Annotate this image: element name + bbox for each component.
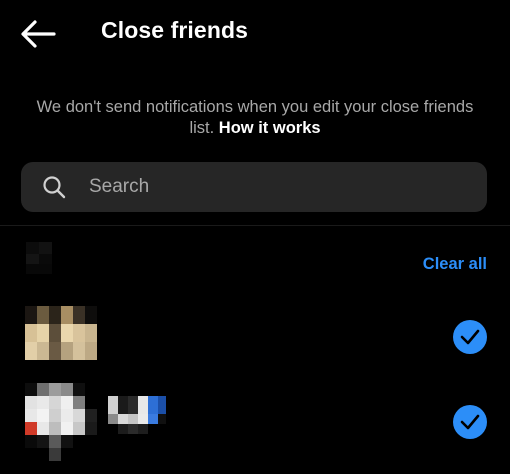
blurred-label bbox=[26, 242, 52, 274]
list-item[interactable] bbox=[0, 380, 510, 474]
how-it-works-link[interactable]: How it works bbox=[219, 119, 321, 137]
divider bbox=[0, 225, 510, 226]
arrow-left-icon bbox=[21, 20, 56, 48]
selected-check-button[interactable] bbox=[453, 405, 487, 439]
avatar bbox=[25, 306, 97, 360]
avatar bbox=[25, 383, 97, 461]
clear-all-button[interactable]: Clear all bbox=[423, 255, 487, 274]
search-bar[interactable] bbox=[21, 162, 487, 212]
header: Close friends bbox=[0, 0, 510, 70]
search-icon bbox=[43, 176, 66, 199]
page-title: Close friends bbox=[101, 17, 249, 43]
list-item[interactable] bbox=[0, 296, 510, 366]
checkmark-icon bbox=[460, 329, 480, 345]
checkmark-icon bbox=[460, 414, 480, 430]
search-input[interactable] bbox=[89, 162, 469, 212]
notice-text-block: We don't send notifications when you edi… bbox=[30, 97, 480, 139]
selected-check-button[interactable] bbox=[453, 320, 487, 354]
blurred-username bbox=[108, 396, 168, 434]
back-button[interactable] bbox=[18, 16, 58, 52]
